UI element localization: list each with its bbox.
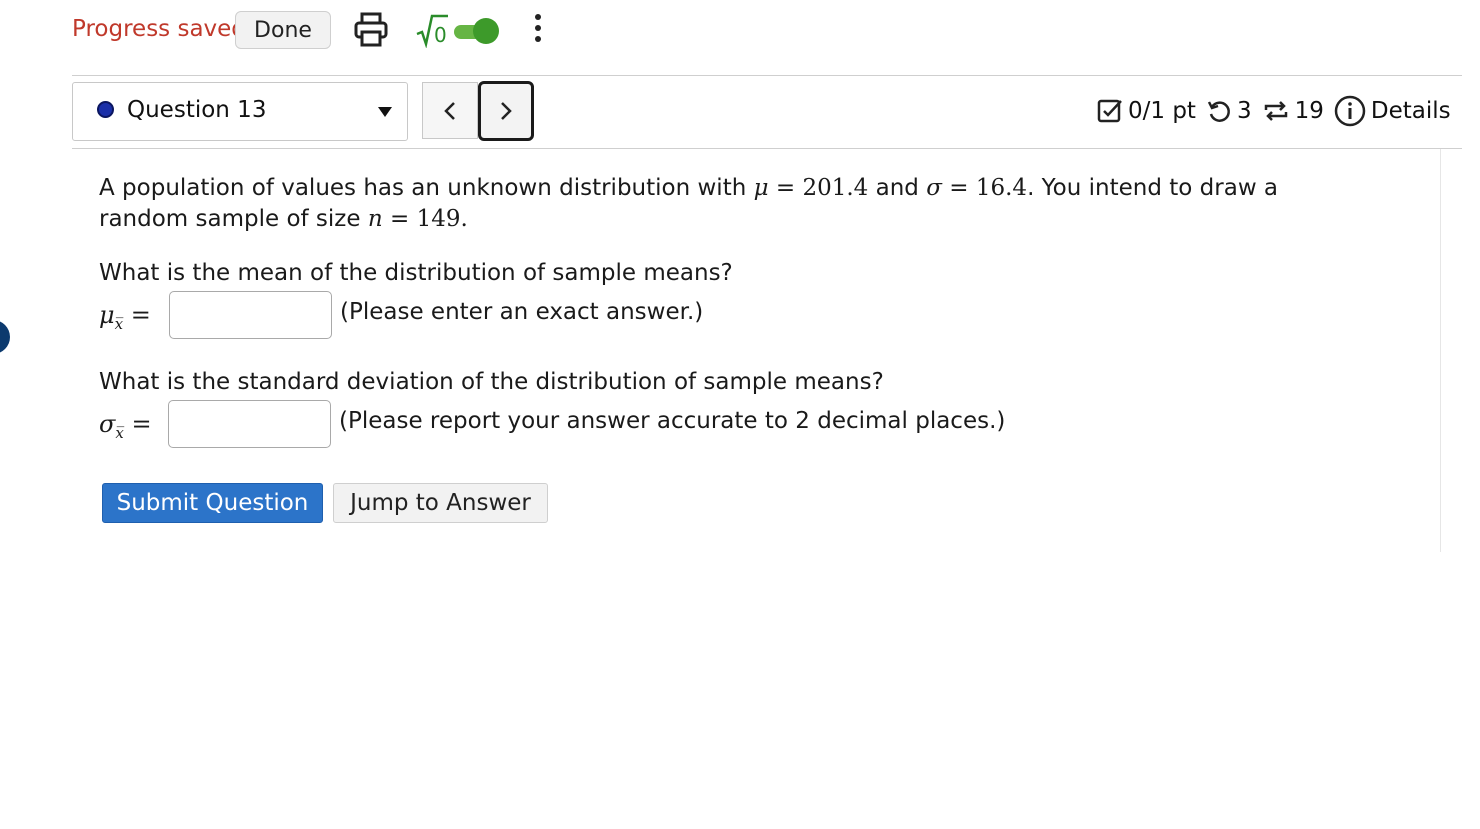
question-1-text: What is the mean of the distribution of …	[99, 260, 733, 286]
math-input-toggle-icon[interactable]: 0	[415, 12, 449, 52]
score-group: 0/1 pt	[1097, 98, 1196, 124]
info-icon	[1334, 95, 1366, 127]
sigma-xbar-label: σx̅ =	[99, 410, 152, 442]
sigma-symbol: σ	[99, 410, 116, 438]
xbar-subscript: x̅	[114, 314, 124, 333]
problem-statement: A population of values has an unknown di…	[99, 173, 1299, 235]
mu-value: 201.4	[802, 175, 869, 201]
chevron-left-icon	[444, 101, 455, 120]
and-text: and	[868, 175, 927, 201]
question-stats: 0/1 pt 3 19 Details	[1097, 94, 1461, 128]
submit-question-button[interactable]: Submit Question	[102, 483, 323, 523]
sd-answer-input[interactable]	[168, 400, 331, 448]
submissions-count: 19	[1294, 98, 1324, 124]
checkbox-icon	[1097, 99, 1122, 123]
question-2-text: What is the standard deviation of the di…	[99, 369, 884, 395]
side-panel-tab[interactable]	[0, 320, 10, 354]
sd-answer-hint: (Please report your answer accurate to 2…	[339, 408, 1006, 434]
n-symbol: n	[367, 206, 383, 232]
caret-down-icon	[378, 107, 392, 117]
equals-sign: =	[949, 175, 969, 201]
mu-xbar-label: μx̅ =	[99, 301, 151, 333]
done-button[interactable]: Done	[235, 11, 331, 49]
retry-icon	[1207, 101, 1230, 122]
more-options-icon[interactable]	[530, 14, 546, 46]
mean-answer-input[interactable]	[169, 291, 332, 339]
details-link[interactable]: Details	[1334, 95, 1451, 127]
previous-question-button[interactable]	[422, 82, 478, 139]
mean-answer-hint: (Please enter an exact answer.)	[340, 299, 704, 325]
top-toolbar: Progress saved Done 0	[72, 0, 1462, 76]
mu-symbol: μ	[753, 175, 769, 201]
mu-symbol: μ	[99, 301, 115, 329]
xbar-subscript: x̅	[115, 423, 124, 442]
submissions-group: 19	[1262, 98, 1324, 124]
sigma-symbol: σ	[926, 175, 942, 201]
equals-sign: =	[775, 175, 796, 201]
answer-row-mean: μx̅ = (Please enter an exact answer.)	[99, 291, 1099, 339]
period: .	[460, 206, 468, 232]
details-label: Details	[1370, 98, 1451, 124]
question-bar: Question 13 0/1 pt 3 19 Details	[72, 76, 1462, 149]
equals-sign: =	[130, 301, 151, 329]
jump-to-answer-button[interactable]: Jump to Answer	[333, 483, 548, 523]
svg-text:0: 0	[434, 23, 447, 47]
answer-row-sd: σx̅ = (Please report your answer accurat…	[99, 400, 1099, 448]
question-content: A population of values has an unknown di…	[72, 149, 1441, 552]
chevron-right-icon	[501, 102, 512, 120]
repeat-icon	[1264, 101, 1287, 121]
progress-saved-status: Progress saved	[72, 16, 246, 42]
retries-count: 3	[1236, 98, 1252, 124]
math-toggle-switch[interactable]	[454, 18, 500, 44]
equals-sign: =	[389, 206, 410, 232]
next-question-button[interactable]	[478, 81, 534, 141]
problem-text-1: A population of values has an unknown di…	[99, 175, 754, 201]
print-icon[interactable]	[354, 12, 388, 52]
toggle-knob	[473, 18, 499, 44]
question-status-dot	[97, 101, 114, 118]
question-label: Question 13	[127, 97, 267, 123]
sigma-value: 16.4	[975, 175, 1028, 201]
equals-sign: =	[131, 410, 152, 438]
score-text: 0/1 pt	[1128, 98, 1196, 124]
retries-group: 3	[1206, 98, 1252, 124]
question-selector[interactable]: Question 13	[72, 82, 408, 141]
n-value: 149	[416, 206, 461, 232]
